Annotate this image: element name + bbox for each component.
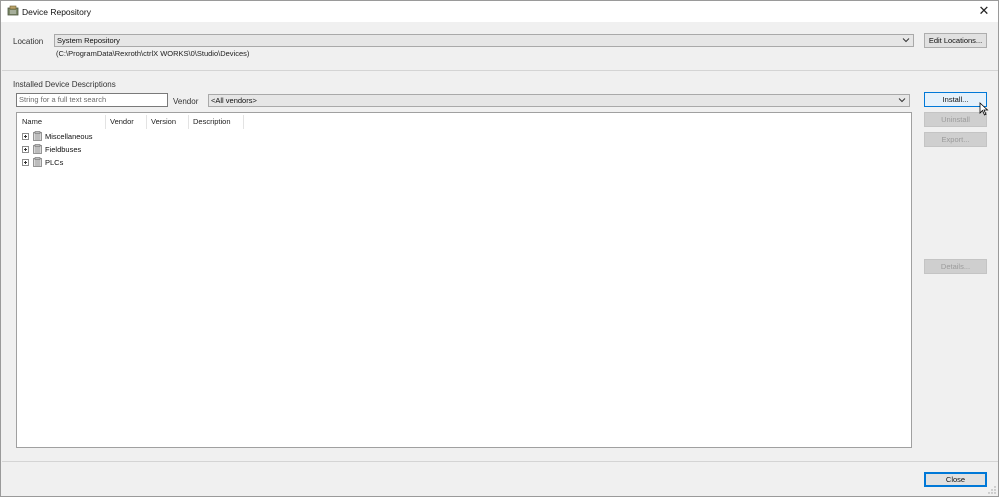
divider [2,70,998,71]
location-select[interactable]: System Repository [54,34,914,47]
column-divider[interactable] [243,115,244,129]
details-button[interactable]: Details... [924,259,987,274]
device-repository-window: Device Repository ✕ Location System Repo… [0,0,999,497]
chevron-down-icon [902,38,910,43]
tree-node-miscellaneous[interactable]: Miscellaneous [17,131,137,143]
window-close-button[interactable]: ✕ [975,2,993,20]
edit-locations-button[interactable]: Edit Locations... [924,33,987,48]
window-title: Device Repository [22,7,91,17]
installed-section-label: Installed Device Descriptions [13,80,116,89]
mouse-pointer-icon [979,102,989,116]
tree-node-label: PLCs [45,158,64,167]
tree-node-fieldbuses[interactable]: Fieldbuses [17,144,137,156]
tree-node-label: Miscellaneous [45,132,93,141]
column-header-vendor[interactable]: Vendor [105,115,146,129]
close-icon: ✕ [978,3,990,18]
column-header-name[interactable]: Name [17,115,105,129]
expand-plus-icon[interactable] [22,159,29,166]
resize-grip-icon[interactable] [988,486,996,494]
expand-plus-icon[interactable] [22,146,29,153]
device-folder-icon [33,157,42,167]
chevron-down-icon [898,98,906,103]
device-folder-icon [33,131,42,141]
divider [2,461,998,462]
tree-node-label: Fieldbuses [45,145,82,154]
device-tree[interactable]: Name Vendor Version Description Miscella… [16,112,912,448]
title-bar: Device Repository ✕ [1,1,998,22]
search-placeholder: String for a full text search [19,95,107,104]
device-folder-icon [33,144,42,154]
location-path: (C:\ProgramData\Rexroth\ctrlX WORKS\0\St… [56,49,250,58]
vendor-select[interactable]: <All vendors> [208,94,910,107]
install-button[interactable]: Install... [924,92,987,107]
vendor-label: Vendor [173,97,199,106]
location-selected-value: System Repository [57,36,120,45]
location-label: Location [13,37,44,46]
close-button[interactable]: Close [924,472,987,487]
uninstall-button[interactable]: Uninstall [924,112,987,127]
column-header-version[interactable]: Version [146,115,188,129]
tree-node-plcs[interactable]: PLCs [17,157,137,169]
vendor-selected-value: <All vendors> [211,96,257,105]
expand-plus-icon[interactable] [22,133,29,140]
column-header-description[interactable]: Description [188,115,243,129]
export-button[interactable]: Export... [924,132,987,147]
search-input[interactable]: String for a full text search [16,93,168,107]
device-repository-icon [7,5,19,16]
